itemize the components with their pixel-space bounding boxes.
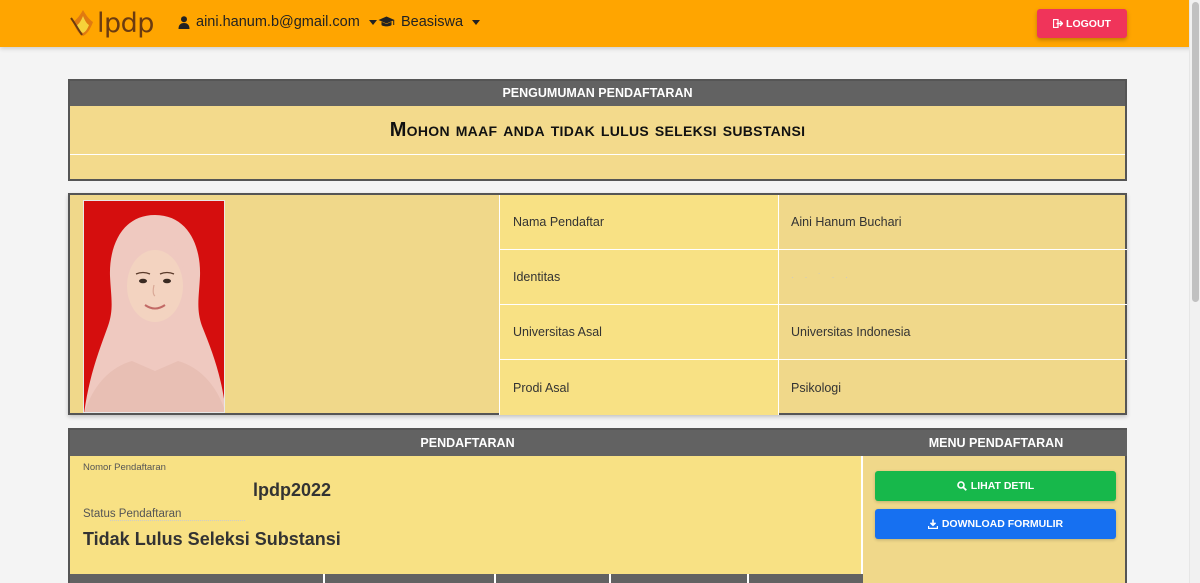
logout-button[interactable]: LOGOUT [1037, 9, 1127, 38]
registration-menu-header: MENU PENDAFTARAN [865, 430, 1127, 456]
applicant-info-table: Nama Pendaftar Aini Hanum Buchari Identi… [499, 195, 1127, 415]
info-label: Nama Pendaftar [499, 195, 779, 249]
info-row-prodi: Prodi Asal Psikologi [499, 360, 1127, 415]
lihat-detil-button[interactable]: LIHAT DETIL [875, 471, 1116, 501]
lpdp-logo[interactable]: lpdp [70, 6, 154, 40]
logout-label: LOGOUT [1066, 17, 1111, 30]
info-row-identitas: Identitas · · ˙ · · [499, 250, 1127, 305]
info-label: Prodi Asal [499, 360, 779, 415]
column-divider [747, 574, 749, 583]
beasiswa-menu-dropdown[interactable]: Beasiswa [378, 14, 481, 30]
applicant-portrait-image [84, 201, 224, 412]
registration-header: PENDAFTARAN [70, 430, 865, 456]
download-formulir-label: DOWNLOAD FORMULIR [941, 518, 1064, 530]
search-icon [956, 481, 967, 491]
logo-text: lpdp [97, 7, 154, 39]
user-email: aini.hanum.b@gmail.com [196, 14, 360, 30]
navbar: lpdp aini.hanum.b@gmail.com Beasiswa LOG… [0, 0, 1200, 47]
applicant-photo [83, 200, 225, 413]
beasiswa-label: Beasiswa [401, 14, 464, 30]
profile-panel: Nama Pendaftar Aini Hanum Buchari Identi… [68, 193, 1127, 415]
info-value: Aini Hanum Buchari [791, 215, 902, 229]
info-row-universitas: Universitas Asal Universitas Indonesia [499, 305, 1127, 360]
registration-number-label: Nomor Pendaftaran [83, 462, 166, 473]
registration-status-value: Tidak Lulus Seleksi Substansi [83, 529, 341, 549]
lpdp-flame-icon [70, 10, 93, 36]
download-formulir-button[interactable]: DOWNLOAD FORMULIR [875, 509, 1116, 539]
scrollbar-thumb[interactable] [1192, 2, 1199, 302]
page-scrollbar[interactable] [1189, 0, 1200, 583]
info-value: Universitas Indonesia [791, 325, 911, 339]
info-label: Universitas Asal [499, 305, 779, 359]
announcement-message: Mohon maaf anda tidak lulus seleksi subs… [70, 106, 1125, 155]
redacted-number [110, 520, 245, 521]
announcement-panel: PENGUMUMAN PENDAFTARAN Mohon maaf anda t… [68, 79, 1127, 181]
registration-panel: PENDAFTARAN MENU PENDAFTARAN Nomor Penda… [68, 428, 1127, 583]
chevron-down-icon [368, 19, 377, 25]
info-row-nama: Nama Pendaftar Aini Hanum Buchari [499, 195, 1127, 250]
user-icon [178, 15, 190, 29]
registration-number-value: lpdp2022 [253, 480, 332, 500]
registration-details: Nomor Pendaftaran lpdp2022 Status Pendaf… [70, 456, 863, 576]
announcement-header: PENGUMUMAN PENDAFTARAN [70, 81, 1125, 106]
info-value-redacted: · · ˙ · · [791, 272, 852, 282]
column-divider [609, 574, 611, 583]
column-divider [323, 574, 325, 583]
info-label: Identitas [499, 250, 779, 304]
chevron-down-icon [472, 19, 481, 25]
download-icon [927, 519, 938, 529]
registration-status-label: Status Pendaftaran [83, 508, 182, 520]
user-menu-dropdown[interactable]: aini.hanum.b@gmail.com [178, 14, 377, 30]
lihat-detil-label: LIHAT DETIL [970, 480, 1035, 492]
column-divider [494, 574, 496, 583]
info-value: Psikologi [791, 380, 842, 395]
sign-out-icon [1053, 19, 1064, 28]
graduation-cap-icon [378, 16, 395, 27]
registration-table-header [70, 574, 863, 583]
